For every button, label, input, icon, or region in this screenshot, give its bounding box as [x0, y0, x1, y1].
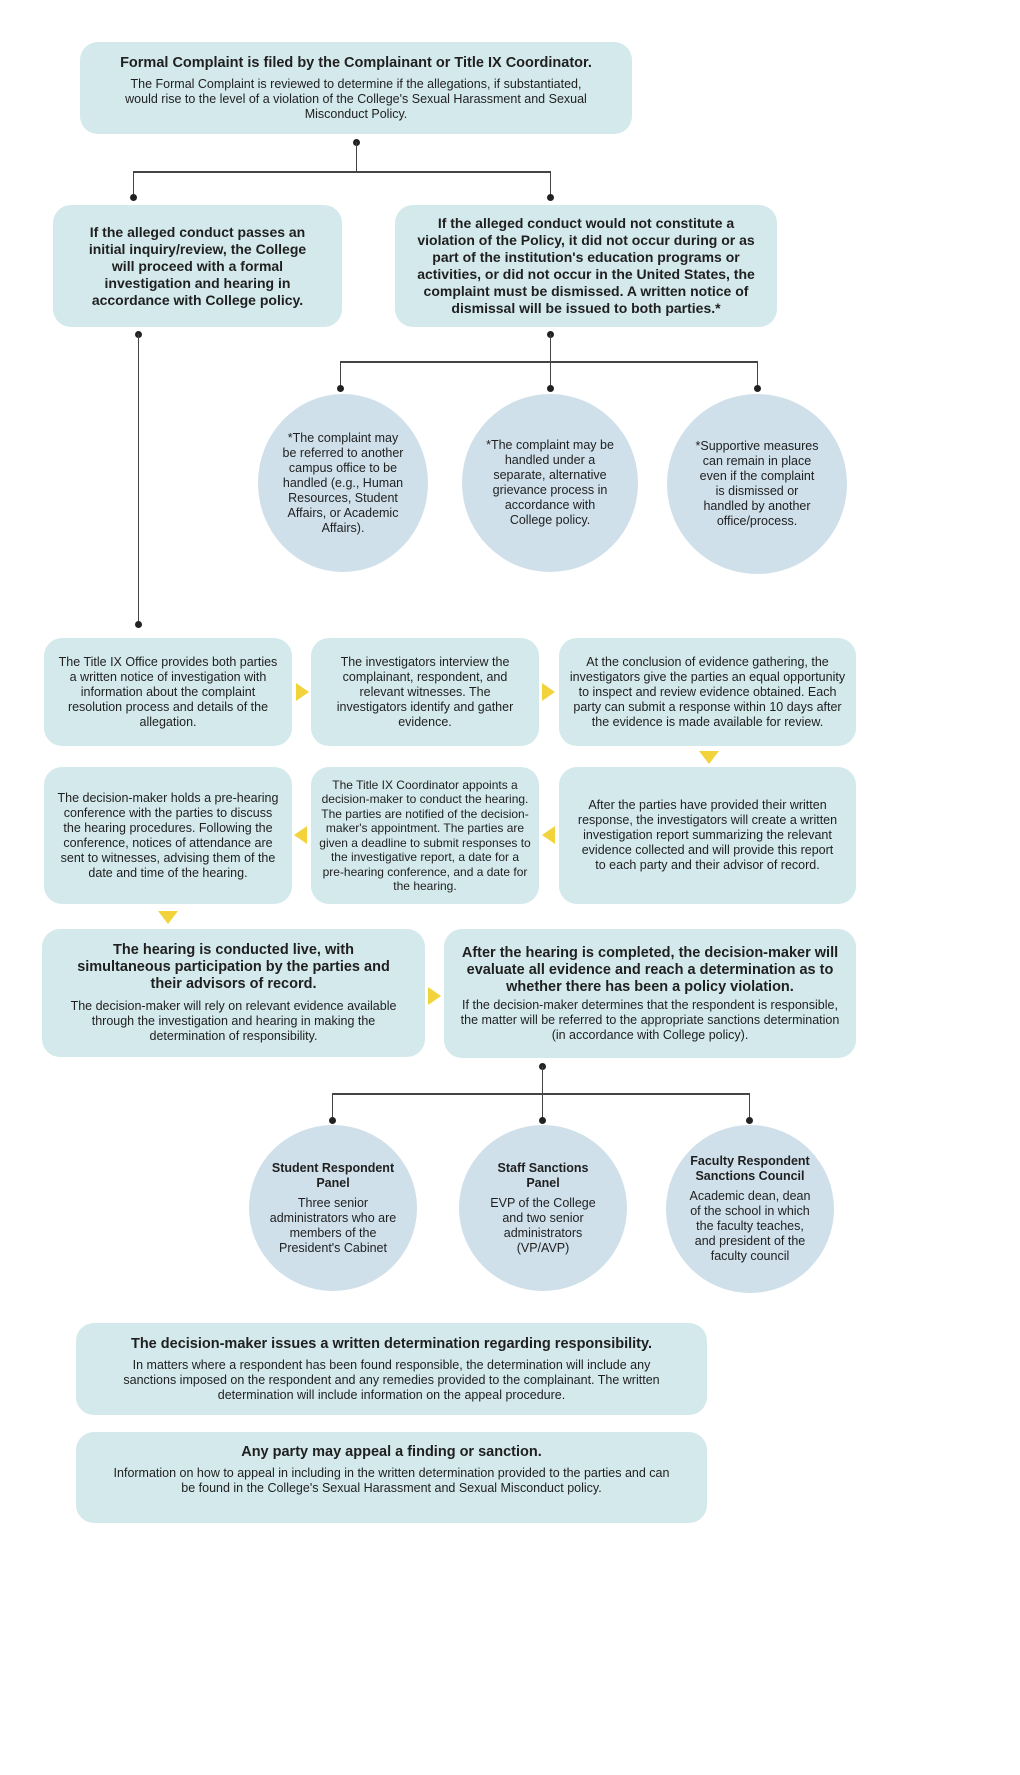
- connector-line: [749, 1093, 750, 1120]
- connector-dot: [547, 194, 554, 201]
- appeal-title: Any party may appeal a finding or sancti…: [241, 1444, 542, 1460]
- sanction-body-circle-student: Student Respondent Panel Three senior ad…: [249, 1125, 417, 1291]
- determination-title: The decision-maker issues a written dete…: [130, 1335, 653, 1352]
- sanction-body-text: Three senior administrators who are memb…: [269, 1195, 397, 1255]
- step-appoint-box: The Title IX Coordinator appoints a deci…: [311, 767, 539, 904]
- arrow-right-icon: [542, 683, 555, 701]
- step-notice-box: The Title IX Office provides both partie…: [44, 638, 292, 746]
- step-appoint-text: The Title IX Coordinator appoints a deci…: [319, 777, 531, 894]
- determination-body: In matters where a respondent has been f…: [123, 1357, 660, 1402]
- step-interview-text: The investigators interview the complain…: [336, 654, 514, 729]
- connector-dot: [547, 385, 554, 392]
- dismissal-note-text: *The complaint may be handled under a se…: [486, 438, 614, 527]
- dismissal-note-circle: *Supportive measures can remain in place…: [667, 394, 847, 574]
- arrow-left-icon: [542, 826, 555, 844]
- proceed-branch-text: If the alleged conduct passes an initial…: [88, 223, 307, 308]
- dismissal-note-text: *The complaint may be referred to anothe…: [282, 430, 404, 535]
- step-evidence-review-box: At the conclusion of evidence gathering,…: [559, 638, 856, 746]
- step-prehearing-text: The decision-maker holds a pre-hearing c…: [57, 790, 279, 880]
- dismiss-branch-text: If the alleged conduct would not constit…: [417, 215, 755, 316]
- connector-dot: [329, 1117, 336, 1124]
- connector-dot: [130, 194, 137, 201]
- connector-dot: [754, 385, 761, 392]
- dismissal-note-text: *Supportive measures can remain in place…: [695, 439, 819, 528]
- step-prehearing-box: The decision-maker holds a pre-hearing c…: [44, 767, 292, 904]
- connector-line: [332, 1093, 333, 1120]
- hearing-title: The hearing is conducted live, with simu…: [77, 942, 390, 992]
- sanction-body-title: Faculty Respondent Sanctions Council: [690, 1154, 810, 1183]
- dismissal-note-circle: *The complaint may be referred to anothe…: [258, 394, 428, 572]
- dismissal-note-circle: *The complaint may be handled under a se…: [462, 394, 638, 572]
- arrow-down-icon: [699, 751, 719, 764]
- sanction-body-circle-staff: Staff Sanctions Panel EVP of the College…: [459, 1125, 627, 1291]
- appeal-body: Information on how to appeal in includin…: [113, 1466, 670, 1495]
- connector-line: [356, 142, 357, 172]
- sanction-body-text: EVP of the College and two senior admini…: [490, 1195, 596, 1255]
- hearing-box: The hearing is conducted live, with simu…: [42, 929, 425, 1057]
- connector-line: [138, 334, 139, 624]
- connector-line: [340, 361, 758, 363]
- connector-line: [757, 361, 758, 388]
- connector-dot: [337, 385, 344, 392]
- arrow-down-icon: [158, 911, 178, 924]
- step-notice-text: The Title IX Office provides both partie…: [58, 654, 278, 729]
- sanction-body-title: Student Respondent Panel: [271, 1160, 395, 1190]
- dismiss-branch-box: If the alleged conduct would not constit…: [395, 205, 777, 327]
- arrow-left-icon: [294, 826, 307, 844]
- connector-dot: [746, 1117, 753, 1124]
- arrow-right-icon: [296, 683, 309, 701]
- step-evidence-review-text: At the conclusion of evidence gathering,…: [569, 654, 846, 729]
- step-report-box: After the parties have provided their wr…: [559, 767, 856, 904]
- connector-dot: [135, 621, 142, 628]
- formal-complaint-title: Formal Complaint is filed by the Complai…: [120, 54, 592, 71]
- determination-box: The decision-maker issues a written dete…: [76, 1323, 707, 1415]
- step-interview-box: The investigators interview the complain…: [311, 638, 539, 746]
- proceed-branch-box: If the alleged conduct passes an initial…: [53, 205, 342, 327]
- sanction-body-text: Academic dean, dean of the school in whi…: [689, 1189, 811, 1263]
- formal-complaint-box: Formal Complaint is filed by the Complai…: [80, 42, 632, 134]
- connector-line: [340, 361, 341, 388]
- sanction-body-title: Staff Sanctions Panel: [497, 1160, 589, 1190]
- connector-line: [133, 171, 551, 173]
- after-hearing-body: If the decision-maker determines that th…: [460, 997, 840, 1042]
- hearing-body: The decision-maker will rely on relevant…: [70, 999, 397, 1043]
- step-report-text: After the parties have provided their wr…: [577, 798, 838, 872]
- formal-complaint-body: The Formal Complaint is reviewed to dete…: [125, 76, 587, 121]
- connector-line: [332, 1093, 750, 1095]
- after-hearing-title: After the hearing is completed, the deci…: [461, 944, 839, 995]
- arrow-right-icon: [428, 987, 441, 1005]
- connector-dot: [539, 1117, 546, 1124]
- sanction-body-circle-faculty: Faculty Respondent Sanctions Council Aca…: [666, 1125, 834, 1293]
- after-hearing-box: After the hearing is completed, the deci…: [444, 929, 856, 1058]
- appeal-box: Any party may appeal a finding or sancti…: [76, 1432, 707, 1523]
